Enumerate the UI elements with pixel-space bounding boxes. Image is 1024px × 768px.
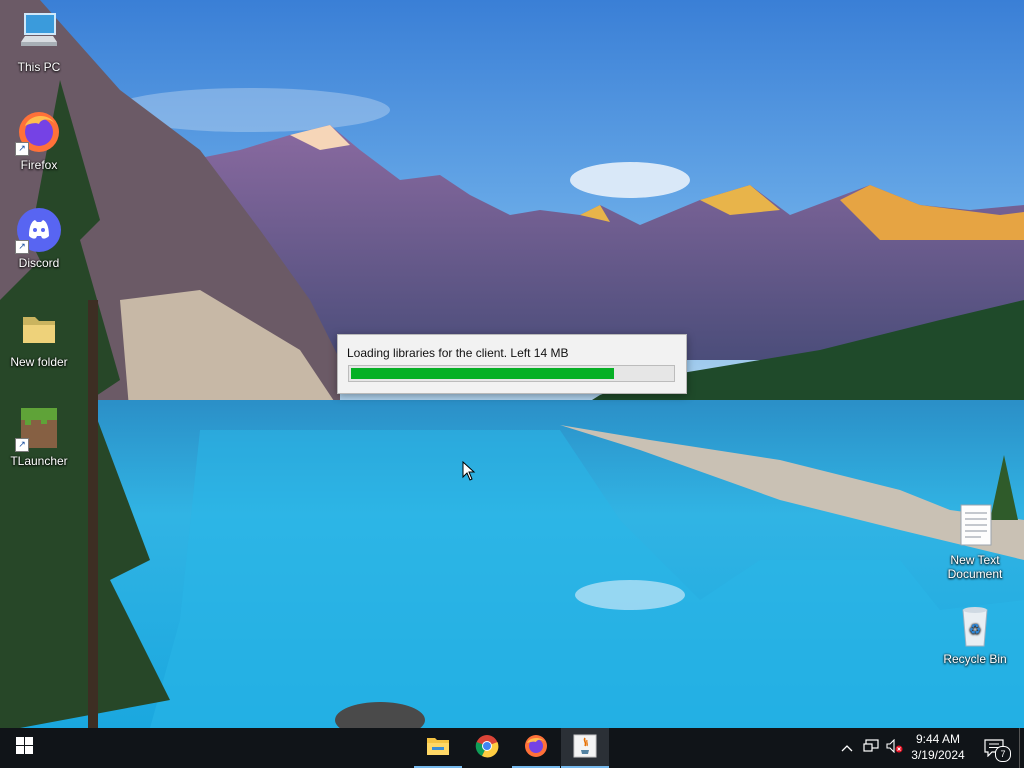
computer-icon bbox=[15, 10, 63, 58]
progress-fill bbox=[351, 368, 614, 379]
folder-icon bbox=[15, 305, 63, 353]
desktop-icon-recycle-bin[interactable]: ♻ Recycle Bin bbox=[937, 602, 1013, 666]
mouse-cursor-icon bbox=[462, 460, 476, 481]
volume-muted-icon bbox=[886, 738, 904, 758]
windows-logo-icon bbox=[15, 737, 33, 759]
java-icon bbox=[573, 734, 597, 763]
desktop-icon-label-line1: New Text bbox=[950, 553, 1000, 567]
firefox-icon: ↗ bbox=[15, 108, 63, 156]
start-button[interactable] bbox=[0, 728, 48, 768]
desktop-icon-this-pc[interactable]: This PC bbox=[1, 10, 77, 74]
taskbar-firefox[interactable] bbox=[512, 728, 560, 768]
download-progress-bar bbox=[348, 365, 675, 382]
desktop-icon-label: TLauncher bbox=[10, 454, 68, 468]
desktop-icon-label: This PC bbox=[17, 60, 61, 74]
volume-button[interactable] bbox=[884, 728, 906, 768]
svg-text:♻: ♻ bbox=[969, 622, 982, 638]
clock-date: 3/19/2024 bbox=[911, 748, 965, 762]
network-button[interactable] bbox=[861, 728, 881, 768]
chrome-icon bbox=[475, 734, 499, 763]
loading-message: Loading libraries for the client. Left 1… bbox=[347, 346, 569, 360]
network-icon bbox=[863, 738, 879, 758]
desktop-icon-label: Firefox bbox=[20, 158, 58, 172]
file-explorer-icon bbox=[426, 735, 450, 762]
show-hidden-icons-button[interactable] bbox=[838, 728, 856, 768]
shortcut-arrow-icon: ↗ bbox=[15, 142, 29, 156]
taskbar-java[interactable] bbox=[561, 728, 609, 768]
notification-count-badge: 7 bbox=[995, 746, 1011, 762]
desktop-icon-new-text-document[interactable]: New Text Document bbox=[937, 503, 1013, 581]
show-desktop-button[interactable] bbox=[1019, 728, 1024, 768]
desktop-icon-firefox[interactable]: ↗ Firefox bbox=[1, 108, 77, 172]
desktop-icon-tlauncher[interactable]: ↗ TLauncher bbox=[1, 404, 77, 468]
desktop-icon-new-folder[interactable]: New folder bbox=[1, 305, 77, 369]
taskbar-chrome[interactable] bbox=[463, 728, 511, 768]
taskbar-file-explorer[interactable] bbox=[414, 728, 462, 768]
discord-icon: ↗ bbox=[15, 206, 63, 254]
chevron-up-icon bbox=[841, 739, 853, 757]
recycle-bin-icon: ♻ bbox=[951, 602, 999, 650]
grass-block-icon: ↗ bbox=[15, 404, 63, 452]
taskbar: 9:44 AM 3/19/2024 7 bbox=[0, 728, 1024, 768]
firefox-icon bbox=[524, 734, 548, 763]
desktop-icon-discord[interactable]: ↗ Discord bbox=[1, 206, 77, 270]
text-document-icon bbox=[951, 503, 999, 551]
desktop-icon-label: New folder bbox=[10, 355, 68, 369]
loading-dialog: Loading libraries for the client. Left 1… bbox=[337, 334, 687, 394]
desktop-icon-label: Recycle Bin bbox=[943, 652, 1007, 666]
notifications-icon: 7 bbox=[984, 739, 1011, 762]
desktop-icon-label: Discord bbox=[18, 256, 60, 270]
taskbar-clock[interactable]: 9:44 AM 3/19/2024 bbox=[904, 731, 972, 763]
clock-time: 9:44 AM bbox=[915, 732, 961, 746]
shortcut-arrow-icon: ↗ bbox=[15, 240, 29, 254]
desktop-icon-label-line2: Document bbox=[947, 567, 1003, 581]
shortcut-arrow-icon: ↗ bbox=[15, 438, 29, 452]
action-center-button[interactable]: 7 bbox=[980, 728, 1011, 768]
